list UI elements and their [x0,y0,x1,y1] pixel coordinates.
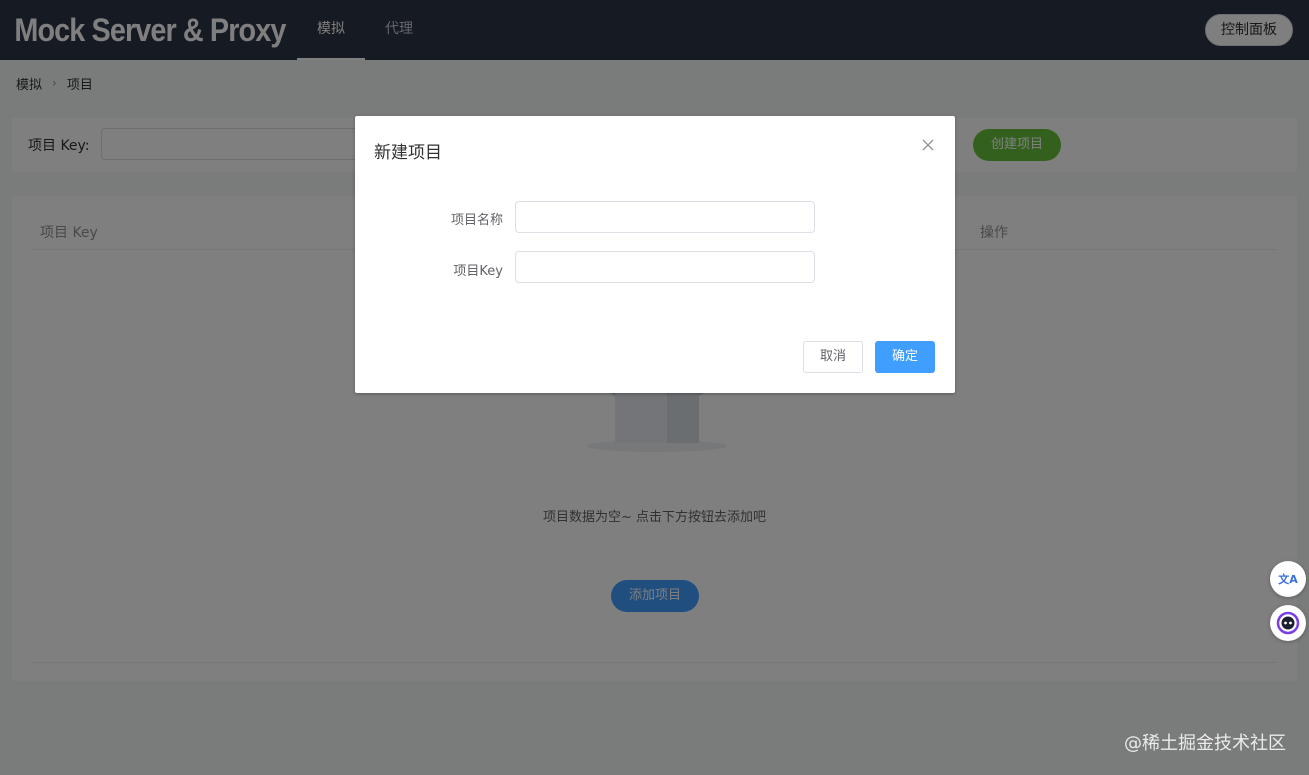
new-project-dialog: 新建项目 项目名称 项目Key 取消 确定 [355,116,955,393]
project-name-input[interactable] [515,201,815,233]
assistant-float-button[interactable] [1270,605,1306,641]
assistant-face-icon [1276,611,1300,635]
close-icon[interactable] [920,138,936,154]
translate-icon: 文A [1278,573,1298,586]
watermark-text: @稀土掘金技术社区 [1124,733,1286,754]
project-key-input[interactable] [515,251,815,283]
cancel-button[interactable]: 取消 [803,341,863,373]
confirm-button[interactable]: 确定 [875,341,935,373]
dialog-title: 新建项目 [374,143,442,163]
project-name-label: 项目名称 [450,213,503,228]
translate-float-button[interactable]: 文A [1270,561,1306,597]
project-key-label: 项目Key [453,264,503,279]
